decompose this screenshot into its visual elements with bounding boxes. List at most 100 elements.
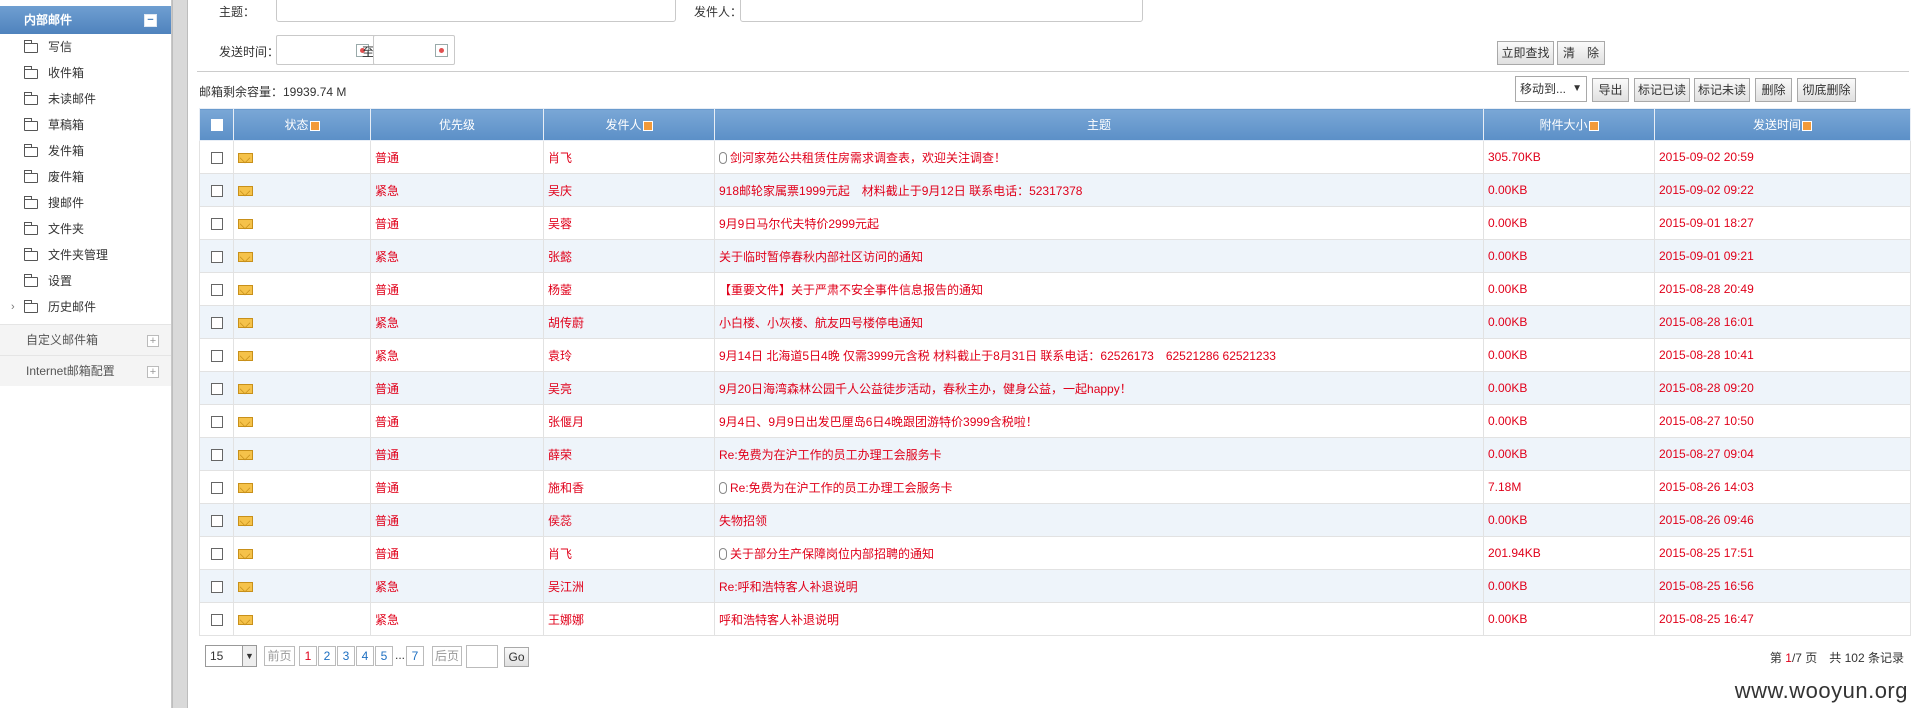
mark-unread-button[interactable]: 标记未读 <box>1694 78 1750 102</box>
subject-link[interactable]: 呼和浩特客人补退说明 <box>719 613 839 627</box>
sender-cell[interactable]: 吴庆 <box>543 173 715 207</box>
row-checkbox[interactable] <box>210 580 223 593</box>
delete-button[interactable]: 删除 <box>1755 78 1792 102</box>
row-select-cell[interactable] <box>199 602 234 636</box>
col-status[interactable]: 状态 <box>233 108 371 141</box>
col-priority[interactable]: 优先级 <box>370 108 544 141</box>
subject-cell[interactable]: 9月20日海湾森林公园千人公益徒步活动，春秋主办，健身公益，一起happy！ <box>714 371 1484 405</box>
row-checkbox[interactable] <box>210 184 223 197</box>
search-button[interactable]: 立即查找 <box>1497 41 1554 65</box>
sidebar-item[interactable]: 文件夹 <box>0 216 171 242</box>
row-checkbox[interactable] <box>210 382 223 395</box>
subject-link[interactable]: 9月9日马尔代夫特价2999元起 <box>719 217 879 231</box>
row-select-cell[interactable] <box>199 206 234 240</box>
table-row[interactable]: 普通 张偃月 9月4日、9月9日出发巴厘岛6日4晚跟团游特价3999含税啦！ 0.00… <box>199 404 1911 438</box>
export-button[interactable]: 导出 <box>1592 78 1629 102</box>
row-checkbox[interactable] <box>210 448 223 461</box>
sender-input[interactable] <box>740 0 1143 22</box>
page-button[interactable]: 5 <box>375 646 393 666</box>
subject-cell[interactable]: 9月14日 北海道5日4晚 仅需3999元含税 材料截止于8月31日 联系电话：… <box>714 338 1484 372</box>
row-select-cell[interactable] <box>199 536 234 570</box>
row-checkbox[interactable] <box>210 349 223 362</box>
mark-read-button[interactable]: 标记已读 <box>1634 78 1690 102</box>
table-row[interactable]: 紧急 吴庆 918邮轮家属票1999元起 材料截止于9月12日 联系电话：52317… <box>199 173 1911 207</box>
select-all-checkbox[interactable] <box>210 119 223 132</box>
row-select-cell[interactable] <box>199 239 234 273</box>
go-button[interactable]: Go <box>504 647 529 667</box>
sort-icon[interactable] <box>1588 120 1599 131</box>
table-row[interactable]: 普通 杨蓥 【重要文件】关于严肃不安全事件信息报告的通知 0.00KB 2015-08-… <box>199 272 1911 306</box>
row-select-cell[interactable] <box>199 140 234 174</box>
sidebar-item[interactable]: 设置 <box>0 268 171 294</box>
sort-icon[interactable] <box>1802 120 1812 131</box>
sender-cell[interactable]: 吴亮 <box>543 371 715 405</box>
subject-link[interactable]: 失物招领 <box>719 514 767 528</box>
sender-cell[interactable]: 施和香 <box>543 470 715 504</box>
sidebar-item[interactable]: 收件箱 <box>0 60 171 86</box>
subject-link[interactable]: 小白楼、小灰楼、航友四号楼停电通知 <box>719 316 923 330</box>
subject-link[interactable]: 【重要文件】关于严肃不安全事件信息报告的通知 <box>719 283 983 297</box>
row-checkbox[interactable] <box>210 250 223 263</box>
collapse-icon[interactable]: − <box>144 14 157 27</box>
sender-cell[interactable]: 张懿 <box>543 239 715 273</box>
table-row[interactable]: 普通 肖飞 关于部分生产保障岗位内部招聘的通知 201.94KB 2015-08-25 … <box>199 536 1911 570</box>
delete-permanent-button[interactable]: 彻底删除 <box>1797 78 1856 102</box>
table-row[interactable]: 紧急 袁玲 9月14日 北海道5日4晚 仅需3999元含税 材料截止于8月31日 联… <box>199 338 1911 372</box>
subject-link[interactable]: 关于临时暂停春秋内部社区访问的通知 <box>719 250 923 264</box>
row-checkbox[interactable] <box>210 316 223 329</box>
subject-input[interactable] <box>276 0 676 22</box>
row-select-cell[interactable] <box>199 569 234 603</box>
row-checkbox[interactable] <box>210 613 223 626</box>
subject-cell[interactable]: 失物招领 <box>714 503 1484 537</box>
sender-cell[interactable]: 肖飞 <box>543 140 715 174</box>
subject-link[interactable]: 关于部分生产保障岗位内部招聘的通知 <box>730 547 934 561</box>
row-checkbox[interactable] <box>210 514 223 527</box>
expand-icon[interactable]: + <box>147 366 159 378</box>
row-select-cell[interactable] <box>199 503 234 537</box>
clear-button[interactable]: 清 除 <box>1557 41 1605 65</box>
sidebar-header-internal-mail[interactable]: 内部邮件 − <box>0 6 171 34</box>
page-button[interactable]: 3 <box>337 646 355 666</box>
subject-cell[interactable]: 关于部分生产保障岗位内部招聘的通知 <box>714 536 1484 570</box>
row-select-cell[interactable] <box>199 173 234 207</box>
chevron-right-icon[interactable]: › <box>11 294 15 320</box>
subject-cell[interactable]: 小白楼、小灰楼、航友四号楼停电通知 <box>714 305 1484 339</box>
subject-cell[interactable]: Re:呼和浩特客人补退说明 <box>714 569 1484 603</box>
table-row[interactable]: 紧急 张懿 关于临时暂停春秋内部社区访问的通知 0.00KB 2015-09-01 09… <box>199 239 1911 273</box>
table-row[interactable]: 普通 薛荣 Re:免费为在沪工作的员工办理工会服务卡 0.00KB 2015-08-27… <box>199 437 1911 471</box>
table-row[interactable]: 普通 肖飞 剑河家苑公共租赁住房需求调查表，欢迎关注调查！ 305.70KB 2015-… <box>199 140 1911 174</box>
sidebar-item[interactable]: 废件箱 <box>0 164 171 190</box>
subject-cell[interactable]: 918邮轮家属票1999元起 材料截止于9月12日 联系电话：52317378 <box>714 173 1484 207</box>
sidebar-item[interactable]: 发件箱 <box>0 138 171 164</box>
sender-cell[interactable]: 胡传蔚 <box>543 305 715 339</box>
row-select-cell[interactable] <box>199 305 234 339</box>
page-size-select[interactable]: 15 ▼ <box>205 645 257 667</box>
row-checkbox[interactable] <box>210 217 223 230</box>
sort-icon[interactable] <box>642 120 653 131</box>
row-checkbox[interactable] <box>210 415 223 428</box>
sender-cell[interactable]: 吴蓉 <box>543 206 715 240</box>
subject-cell[interactable]: 剑河家苑公共租赁住房需求调查表，欢迎关注调查！ <box>714 140 1484 174</box>
sidebar-item[interactable]: › 历史邮件 <box>0 294 171 320</box>
sender-cell[interactable]: 张偃月 <box>543 404 715 438</box>
expand-icon[interactable]: + <box>147 335 159 347</box>
subject-cell[interactable]: 9月9日马尔代夫特价2999元起 <box>714 206 1484 240</box>
sender-cell[interactable]: 杨蓥 <box>543 272 715 306</box>
subject-link[interactable]: 918邮轮家属票1999元起 材料截止于9月12日 联系电话：52317378 <box>719 184 1082 198</box>
col-sender[interactable]: 发件人 <box>543 108 715 141</box>
table-row[interactable]: 紧急 吴江洲 Re:呼和浩特客人补退说明 0.00KB 2015-08-25 16:56 <box>199 569 1911 603</box>
sidebar-group[interactable]: Internet邮箱配置 + <box>0 355 171 386</box>
subject-cell[interactable]: 【重要文件】关于严肃不安全事件信息报告的通知 <box>714 272 1484 306</box>
row-checkbox[interactable] <box>210 151 223 164</box>
subject-link[interactable]: Re:免费为在沪工作的员工办理工会服务卡 <box>730 481 953 495</box>
sender-cell[interactable]: 吴江洲 <box>543 569 715 603</box>
row-select-cell[interactable] <box>199 272 234 306</box>
subject-link[interactable]: 9月20日海湾森林公园千人公益徒步活动，春秋主办，健身公益，一起happy！ <box>719 382 1132 396</box>
row-select-cell[interactable] <box>199 437 234 471</box>
sidebar-item[interactable]: 写信 <box>0 34 171 60</box>
col-subject[interactable]: 主题 <box>714 108 1484 141</box>
page-button[interactable]: 2 <box>318 646 336 666</box>
table-row[interactable]: 普通 施和香 Re:免费为在沪工作的员工办理工会服务卡 7.18M 2015-08-26… <box>199 470 1911 504</box>
move-to-select[interactable]: 移动到... ▼ <box>1515 76 1587 102</box>
sidebar-item[interactable]: 草稿箱 <box>0 112 171 138</box>
